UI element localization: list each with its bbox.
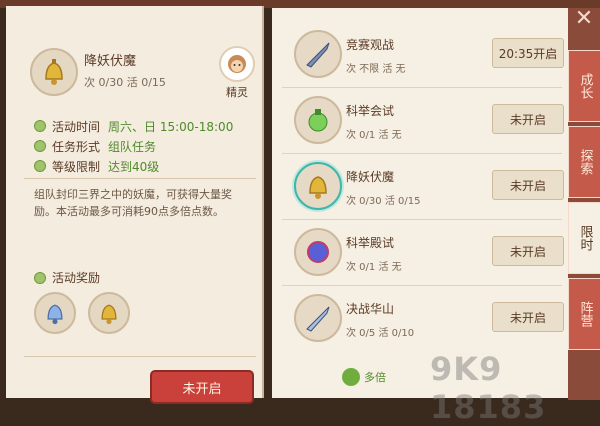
list-item[interactable]: 科举殿试 次 0/1 活 无 未开启: [272, 220, 568, 286]
info-row-level: 等级限制 达到40级: [34, 156, 233, 176]
start-button[interactable]: 未开启: [150, 370, 254, 404]
monkey-icon: [219, 46, 255, 82]
activity-stats: 次 不限 活 无: [346, 64, 406, 75]
info-row-type: 任务形式 组队任务: [34, 136, 233, 156]
activity-name: 科举殿试: [346, 236, 395, 250]
activity-detail-panel: 降妖伏魔 次 0/30 活 0/15 精灵 活动时间 周六、日 15:00-18…: [6, 6, 264, 404]
category-tabs: 成长 探索 限时 阵营: [568, 8, 600, 400]
info-value: 达到40级: [108, 159, 160, 174]
info-label: 任务形式: [52, 139, 101, 154]
bell-icon: [294, 162, 342, 210]
info-label: 等级限制: [52, 159, 101, 174]
divider: [24, 178, 256, 179]
tab-growth[interactable]: 成长: [568, 50, 600, 122]
activity-description: 组队封印三界之中的妖魔，可获得大量奖励。本活动最多可消耗90点多倍点数。: [34, 188, 232, 218]
activity-stats: 次 0/5 活 0/10: [346, 328, 415, 339]
list-item[interactable]: 科举会试 次 0/1 活 无 未开启: [272, 88, 568, 154]
divider: [24, 356, 256, 357]
multiplier-label: 多倍: [364, 371, 386, 384]
activity-list: 竞赛观战 次 不限 活 无 20:35开启 科举会试 次 0/1 活 无 未开启…: [272, 8, 568, 398]
potion-icon: [294, 96, 342, 144]
reward-item-1[interactable]: [34, 292, 76, 334]
activity-icon: [30, 48, 78, 96]
elf-helper[interactable]: 精灵: [212, 46, 262, 100]
activity-name: 降妖伏魔: [346, 170, 395, 184]
info-row-time: 活动时间 周六、日 15:00-18:00: [34, 116, 233, 136]
info-value: 组队任务: [108, 139, 157, 154]
reward-item-2[interactable]: [88, 292, 130, 334]
activity-title: 降妖伏魔: [84, 54, 137, 69]
activity-name: 竞赛观战: [346, 38, 395, 52]
bullet-icon: [34, 160, 46, 172]
info-label: 活动时间: [52, 119, 101, 134]
list-item[interactable]: 竞赛观战 次 不限 活 无 20:35开启: [272, 22, 568, 88]
list-item[interactable]: 决战华山 次 0/5 活 0/10 未开启: [272, 286, 568, 352]
close-icon[interactable]: ✕: [570, 4, 598, 32]
bell-icon: [45, 59, 63, 85]
bullet-icon: [34, 271, 46, 284]
watermark: 9K9 18183: [430, 350, 547, 426]
info-value: 周六、日 15:00-18:00: [108, 119, 234, 134]
activity-name: 科举会试: [346, 104, 395, 118]
sword-icon: [294, 30, 342, 78]
activity-counts: 次 0/30 活 0/15: [84, 76, 166, 89]
activity-button[interactable]: 20:35开启: [492, 38, 564, 68]
blue-bell-icon: [47, 304, 63, 325]
elf-label: 精灵: [226, 86, 248, 99]
activity-stats: 次 0/1 活 无: [346, 130, 402, 141]
multiplier[interactable]: 多倍: [342, 368, 386, 386]
activity-info-list: 活动时间 周六、日 15:00-18:00 任务形式 组队任务 等级限制 达到4…: [34, 116, 233, 176]
activity-button[interactable]: 未开启: [492, 236, 564, 266]
activity-button[interactable]: 未开启: [492, 104, 564, 134]
bullet-icon: [34, 120, 46, 132]
activity-stats: 次 0/30 活 0/15: [346, 196, 421, 207]
reward-label: 活动奖励: [52, 271, 101, 285]
bullet-icon: [34, 140, 46, 152]
activity-name: 决战华山: [346, 302, 395, 316]
reward-heading: 活动奖励: [34, 269, 100, 286]
sword-icon: [294, 294, 342, 342]
multiplier-icon: [342, 368, 360, 386]
tab-explore[interactable]: 探索: [568, 126, 600, 198]
activity-stats: 次 0/1 活 无: [346, 262, 402, 273]
activity-button[interactable]: 未开启: [492, 302, 564, 332]
bell-icon: [101, 304, 117, 325]
tab-faction[interactable]: 阵营: [568, 278, 600, 350]
list-item[interactable]: 降妖伏魔 次 0/30 活 0/15 未开启: [272, 154, 568, 220]
activity-window: 降妖伏魔 次 0/30 活 0/15 精灵 活动时间 周六、日 15:00-18…: [0, 0, 600, 426]
tab-limited[interactable]: 限时: [568, 202, 600, 274]
activity-button[interactable]: 未开启: [492, 170, 564, 200]
orb-icon: [294, 228, 342, 276]
